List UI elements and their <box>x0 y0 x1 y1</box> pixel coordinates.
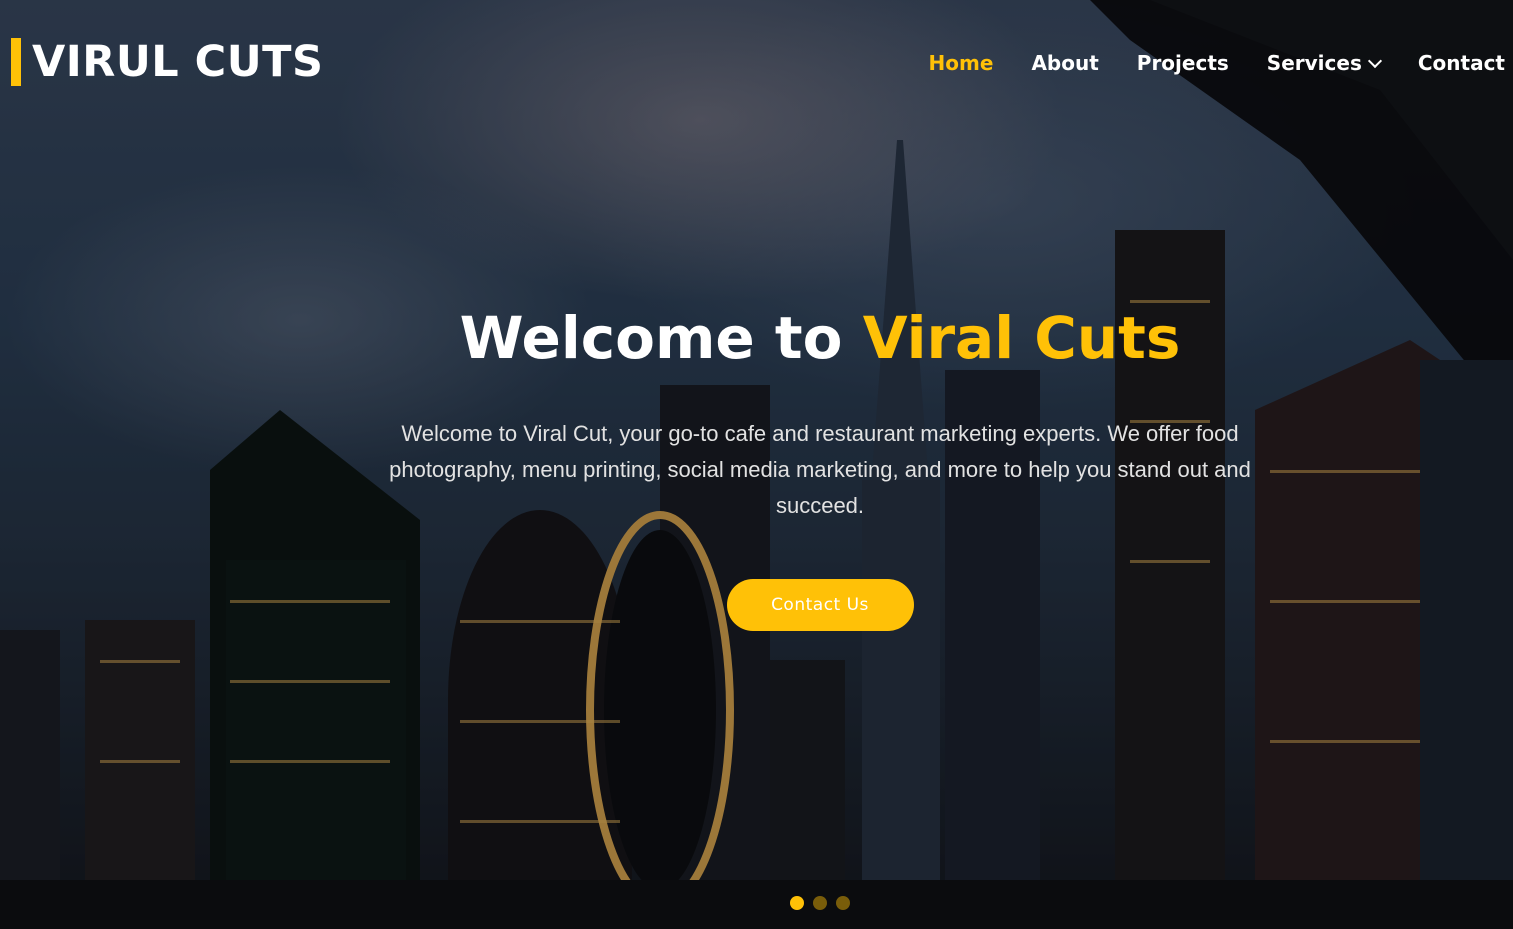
hero-content: Welcome to Viral Cuts Welcome to Viral C… <box>320 300 1320 631</box>
nav-item-services-label: Services <box>1266 51 1362 75</box>
hero-title-prefix: Welcome to <box>459 304 863 372</box>
nav-item-projects[interactable]: Projects <box>1137 51 1229 75</box>
contact-us-button[interactable]: Contact Us <box>726 579 914 631</box>
site-logo[interactable]: VIRUL CUTS <box>11 38 323 86</box>
carousel-indicators <box>790 896 859 910</box>
carousel-dot-1[interactable] <box>790 896 804 910</box>
chevron-down-icon <box>1367 53 1382 68</box>
nav-item-home[interactable]: Home <box>929 51 994 75</box>
carousel-dot-3[interactable] <box>836 896 850 910</box>
hero-title: Welcome to Viral Cuts <box>320 300 1320 376</box>
hero-title-highlight: Viral Cuts <box>862 304 1181 372</box>
main-nav: Home About Projects Services Contact <box>891 46 1505 80</box>
hero-description: Welcome to Viral Cut, your go-to cafe an… <box>389 421 1251 518</box>
logo-text: VIRUL CUTS <box>32 37 324 87</box>
nav-item-services[interactable]: Services <box>1266 51 1382 75</box>
nav-item-about[interactable]: About <box>1031 51 1098 75</box>
carousel-dot-2[interactable] <box>813 896 827 910</box>
logo-accent-bar <box>11 38 21 86</box>
nav-item-contact[interactable]: Contact <box>1418 51 1505 75</box>
hero-section: VIRUL CUTS Home About Projects Services … <box>0 0 1513 929</box>
